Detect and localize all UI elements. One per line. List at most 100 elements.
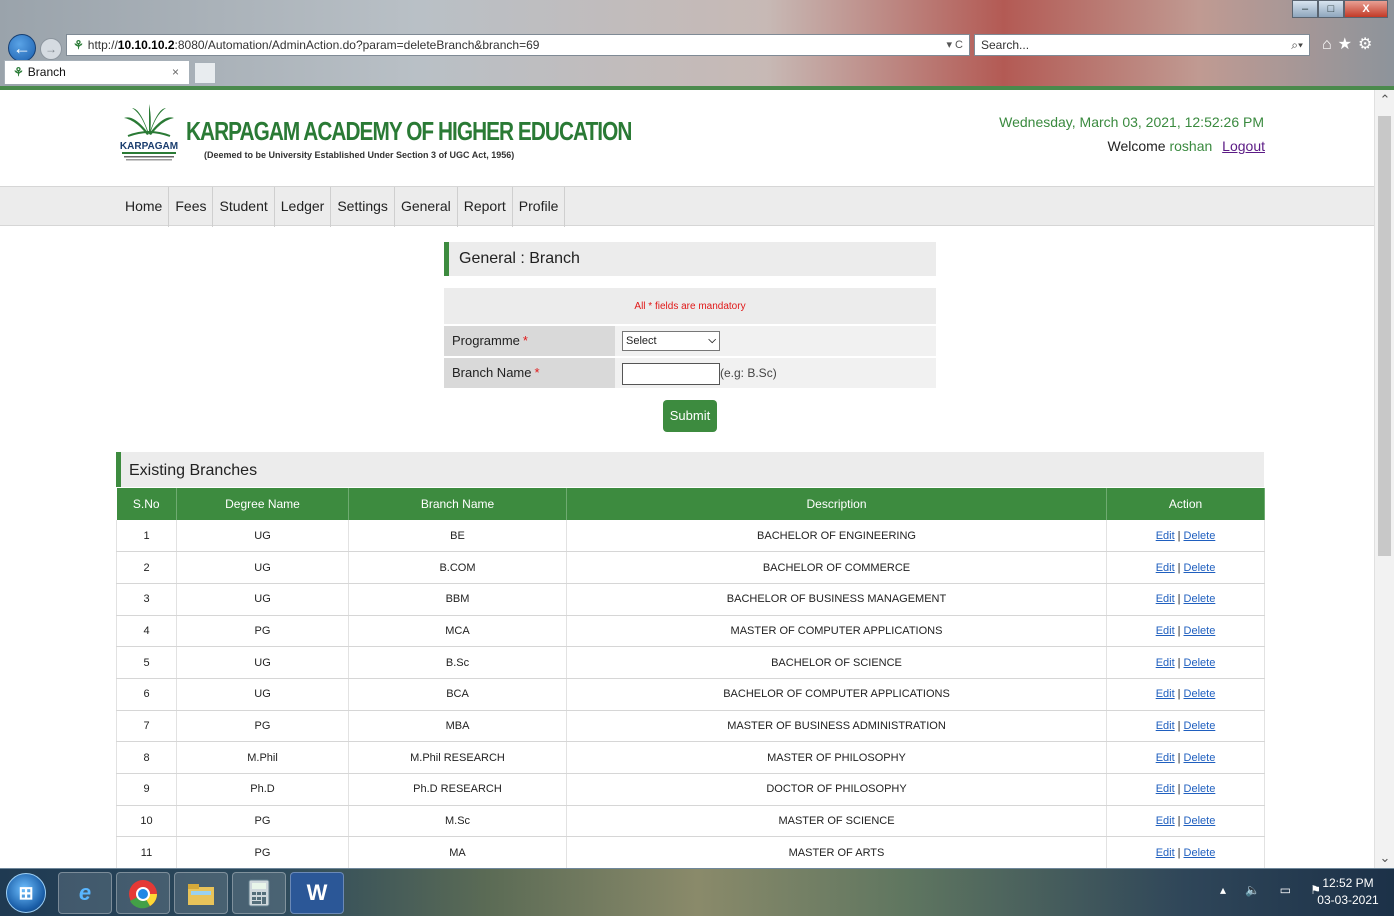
action-separator: |	[1177, 846, 1181, 859]
menu-item-student[interactable]: Student	[213, 187, 275, 227]
delete-link[interactable]: Delete	[1184, 815, 1216, 827]
menu-item-fees[interactable]: Fees	[169, 187, 214, 227]
row-actions: Edit | Delete	[1106, 646, 1265, 679]
menu-item-general[interactable]: General	[395, 187, 458, 227]
column-header-branch: Branch Name	[348, 488, 567, 520]
row-branch-name: BBM	[348, 583, 567, 616]
row-actions: Edit | Delete	[1106, 520, 1265, 553]
table-row: 5 UG B.Sc BACHELOR OF SCIENCE Edit | Delete	[116, 646, 1265, 679]
edit-link[interactable]: Edit	[1156, 815, 1175, 827]
scrollbar-thumb[interactable]	[1378, 116, 1391, 556]
row-branch-name: BCA	[348, 678, 567, 711]
word-icon[interactable]: W	[290, 872, 344, 914]
row-sno: 4	[116, 615, 177, 648]
edit-link[interactable]: Edit	[1156, 625, 1175, 637]
menu-item-home[interactable]: Home	[119, 187, 170, 227]
logout-link[interactable]: Logout	[1222, 138, 1265, 154]
minimize-button[interactable]: ‒	[1292, 0, 1318, 18]
row-description: BACHELOR OF COMMERCE	[566, 551, 1107, 584]
row-actions: Edit | Delete	[1106, 741, 1265, 774]
back-button[interactable]: ←	[8, 34, 36, 62]
row-branch-name: M.Sc	[348, 805, 567, 838]
action-separator: |	[1177, 529, 1181, 542]
menu-item-report[interactable]: Report	[458, 187, 513, 227]
table-row: 1 UG BE BACHELOR OF ENGINEERING Edit | Delete	[116, 520, 1265, 553]
edit-link[interactable]: Edit	[1156, 752, 1175, 764]
arrow-left-icon: ←	[13, 38, 31, 58]
clock-date: 03-03-2021	[1317, 893, 1379, 907]
row-actions: Edit | Delete	[1106, 805, 1265, 838]
scroll-down-icon[interactable]: ⌄	[1375, 850, 1394, 868]
table-row: 2 UG B.COM BACHELOR OF COMMERCE Edit | Delete	[116, 551, 1265, 584]
tab-close-icon[interactable]: ×	[172, 61, 179, 83]
required-mark: *	[534, 365, 540, 380]
table-row: 10 PG M.Sc MASTER OF SCIENCE Edit | Delete	[116, 805, 1265, 838]
delete-link[interactable]: Delete	[1184, 593, 1216, 605]
row-degree: UG	[176, 678, 349, 711]
edit-link[interactable]: Edit	[1156, 593, 1175, 605]
delete-link[interactable]: Delete	[1184, 530, 1216, 542]
edit-link[interactable]: Edit	[1156, 847, 1175, 859]
row-branch-name: B.Sc	[348, 646, 567, 679]
row-description: MASTER OF SCIENCE	[566, 805, 1107, 838]
row-actions: Edit | Delete	[1106, 551, 1265, 584]
browser-search-input[interactable]: Search... ⌕▾	[974, 34, 1310, 56]
address-bar[interactable]: ⚘ http://10.10.10.2:8080/Automation/Admin…	[66, 34, 970, 56]
calculator-icon[interactable]	[232, 872, 286, 914]
refresh-icon[interactable]: ▾ C	[946, 35, 963, 55]
menu-item-profile[interactable]: Profile	[513, 187, 566, 227]
forward-button[interactable]: →	[40, 38, 62, 60]
branches-table: S.No Degree Name Branch Name Description…	[116, 488, 1265, 868]
edit-link[interactable]: Edit	[1156, 530, 1175, 542]
delete-link[interactable]: Delete	[1184, 752, 1216, 764]
menu-item-ledger[interactable]: Ledger	[275, 187, 332, 227]
row-sno: 1	[116, 520, 177, 553]
search-icon[interactable]: ⌕▾	[1291, 35, 1303, 55]
row-degree: UG	[176, 646, 349, 679]
action-separator: |	[1177, 593, 1181, 606]
row-actions: Edit | Delete	[1106, 710, 1265, 743]
delete-link[interactable]: Delete	[1184, 783, 1216, 795]
browser-tab[interactable]: ⚘ Branch ×	[4, 60, 190, 84]
delete-link[interactable]: Delete	[1184, 688, 1216, 700]
action-separator: |	[1177, 751, 1181, 764]
windows-taskbar: ⊞ e W ▴ 🔈 ▭ ⚑ 12:52 PM 03-03-2021	[0, 868, 1394, 916]
edit-link[interactable]: Edit	[1156, 783, 1175, 795]
table-row: 8 M.Phil M.Phil RESEARCH MASTER OF PHILOSOP…	[116, 741, 1265, 774]
row-actions: Edit | Delete	[1106, 678, 1265, 711]
close-window-button[interactable]: X	[1344, 0, 1388, 18]
scroll-up-icon[interactable]: ⌃	[1375, 92, 1394, 110]
main-menu-bar: Home Fees Student Ledger Settings General Repo…	[0, 186, 1374, 227]
edit-link[interactable]: Edit	[1156, 562, 1175, 574]
edit-link[interactable]: Edit	[1156, 720, 1175, 732]
column-header-description: Description	[566, 488, 1107, 520]
chrome-icon[interactable]	[116, 872, 170, 914]
action-separator: |	[1177, 783, 1181, 796]
delete-link[interactable]: Delete	[1184, 562, 1216, 574]
delete-link[interactable]: Delete	[1184, 657, 1216, 669]
edit-link[interactable]: Edit	[1156, 688, 1175, 700]
row-actions: Edit | Delete	[1106, 773, 1265, 806]
vertical-scrollbar[interactable]: ⌃ ⌄	[1374, 90, 1394, 868]
programme-select[interactable]: Select ⌵	[622, 331, 720, 351]
home-favorites-settings-icons[interactable]: ⌂★⚙	[1322, 34, 1378, 54]
column-header-action: Action	[1106, 488, 1265, 520]
delete-link[interactable]: Delete	[1184, 720, 1216, 732]
row-sno: 6	[116, 678, 177, 711]
edit-link[interactable]: Edit	[1156, 657, 1175, 669]
delete-link[interactable]: Delete	[1184, 847, 1216, 859]
branch-name-input[interactable]	[622, 363, 720, 385]
chevron-down-icon: ⌵	[708, 335, 716, 346]
internet-explorer-icon[interactable]: e	[58, 872, 112, 914]
taskbar-clock[interactable]: 12:52 PM 03-03-2021	[1310, 875, 1386, 909]
welcome-label: Welcome	[1107, 138, 1166, 154]
file-explorer-icon[interactable]	[174, 872, 228, 914]
new-tab-button[interactable]	[194, 62, 216, 84]
search-placeholder: Search...	[981, 38, 1030, 52]
menu-item-settings[interactable]: Settings	[331, 187, 395, 227]
delete-link[interactable]: Delete	[1184, 625, 1216, 637]
submit-button[interactable]: Submit	[663, 400, 717, 432]
start-button[interactable]: ⊞	[6, 873, 46, 913]
maximize-button[interactable]: □	[1318, 0, 1344, 18]
row-sno: 5	[116, 646, 177, 679]
